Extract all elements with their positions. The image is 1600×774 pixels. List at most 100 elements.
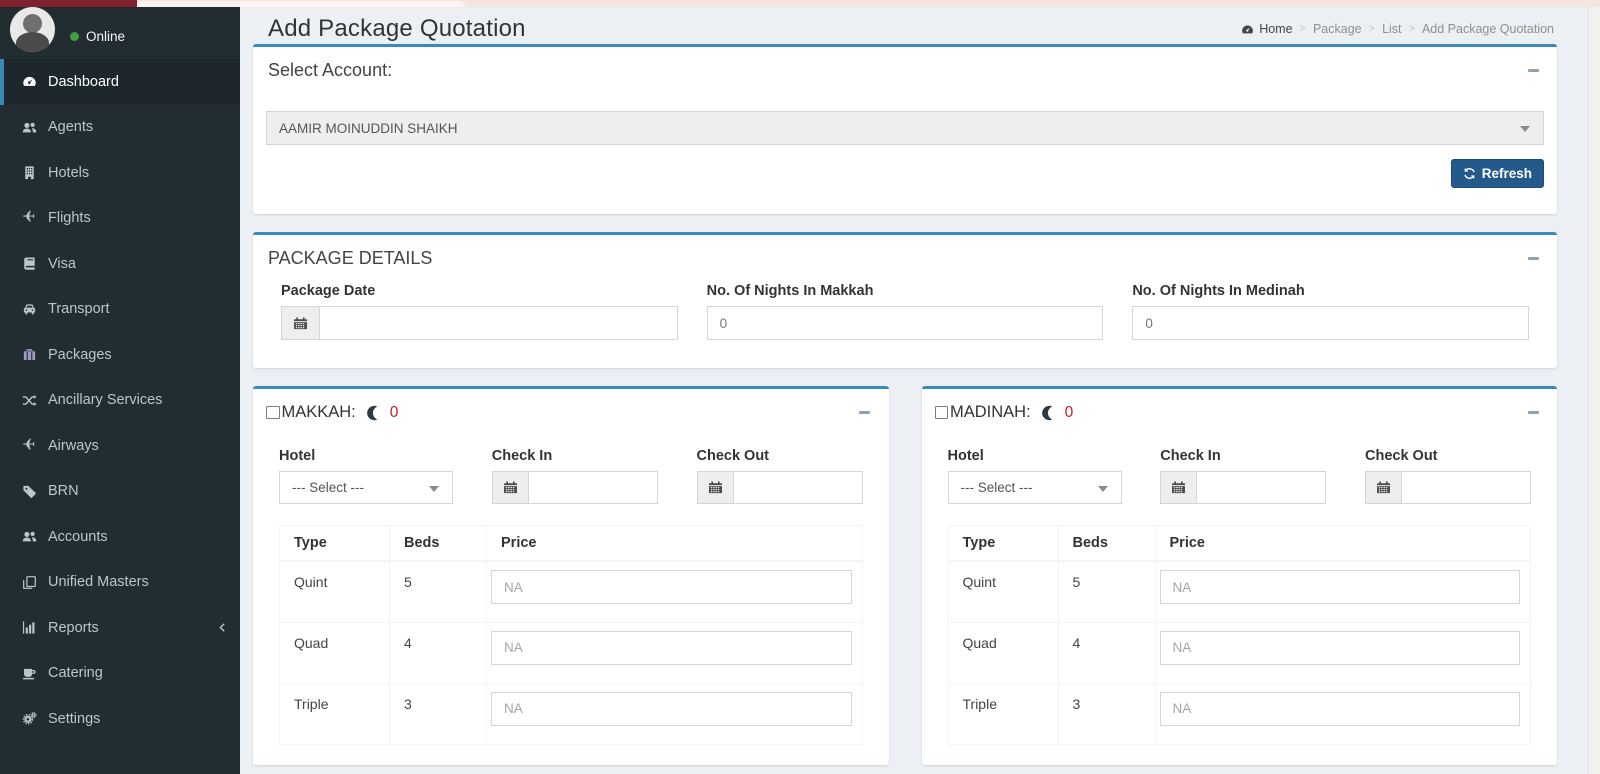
makkah-checkout-input[interactable] [733, 471, 863, 504]
column-header-price: Price [487, 526, 863, 562]
user-panel: Online [0, 7, 240, 53]
madinah-quad-price-input[interactable] [1160, 631, 1521, 665]
refresh-icon [1463, 167, 1476, 180]
breadcrumb-home[interactable]: Home [1241, 22, 1292, 36]
online-status-label: Online [86, 29, 125, 44]
makkah-quint-price-input[interactable] [491, 570, 852, 604]
makkah-quad-price-input[interactable] [491, 631, 852, 665]
moon-icon [1041, 405, 1057, 421]
madinah-quint-price-input[interactable] [1160, 570, 1521, 604]
room-beds-cell: 4 [390, 622, 487, 683]
suitcase-icon [19, 347, 39, 363]
table-row: Quad 4 [948, 622, 1531, 683]
makkah-hotel-select[interactable]: --- Select --- [279, 471, 453, 504]
sidebar-item-agents[interactable]: Agents [0, 105, 240, 151]
sidebar-item-label: Agents [48, 119, 93, 135]
minus-icon [859, 411, 870, 415]
sidebar-item-label: Dashboard [48, 74, 119, 90]
sidebar-item-ancillary-services[interactable]: Ancillary Services [0, 378, 240, 424]
building-icon [19, 165, 39, 181]
sidebar-item-visa[interactable]: Visa [0, 241, 240, 287]
sidebar-item-brn[interactable]: BRN [0, 469, 240, 515]
madinah-title: MADINAH: [950, 403, 1031, 422]
sidebar-item-settings[interactable]: Settings [0, 696, 240, 742]
makkah-panel: MAKKAH: 0 Hotel --- Select --- [253, 386, 889, 765]
madinah-panel: MADINAH: 0 Hotel --- Select --- [922, 386, 1558, 765]
sidebar-item-airways[interactable]: ✈ Airways [0, 423, 240, 469]
package-date-input[interactable] [319, 306, 678, 340]
hotel-label: Hotel [948, 448, 1122, 464]
madinah-checkin-input[interactable] [1196, 471, 1326, 504]
table-row: Quint 5 [948, 561, 1531, 622]
collapse-button[interactable] [1524, 404, 1542, 422]
breadcrumb-list[interactable]: List [1382, 22, 1401, 36]
caret-down-icon [1520, 126, 1530, 132]
sidebar-item-label: Flights [48, 210, 91, 226]
madinah-triple-price-input[interactable] [1160, 692, 1521, 726]
online-status-dot [70, 32, 79, 41]
sidebar-item-packages[interactable]: Packages [0, 332, 240, 378]
column-header-type: Type [948, 526, 1058, 562]
room-type-cell: Triple [948, 683, 1058, 744]
sidebar-item-catering[interactable]: Catering [0, 651, 240, 697]
nights-medinah-label: No. Of Nights In Medinah [1132, 283, 1529, 299]
gears-icon [19, 711, 39, 727]
car-icon [19, 301, 39, 317]
makkah-triple-price-input[interactable] [491, 692, 852, 726]
madinah-checkout-input[interactable] [1401, 471, 1531, 504]
package-date-label: Package Date [281, 283, 678, 299]
room-beds-cell: 3 [390, 683, 487, 744]
calendar-icon [697, 471, 733, 504]
room-type-cell: Quad [280, 622, 390, 683]
sidebar-item-transport[interactable]: Transport [0, 287, 240, 333]
refresh-button[interactable]: Refresh [1451, 159, 1544, 188]
sidebar-item-flights[interactable]: ✈ Flights [0, 196, 240, 242]
collapse-button[interactable] [1524, 62, 1542, 80]
sidebar-item-hotels[interactable]: Hotels [0, 150, 240, 196]
column-header-type: Type [280, 526, 390, 562]
sidebar-item-label: Accounts [48, 529, 108, 545]
sidebar-item-label: Transport [48, 301, 110, 317]
dashboard-icon [19, 74, 39, 90]
breadcrumb-package[interactable]: Package [1313, 22, 1362, 36]
makkah-nights-count: 0 [390, 404, 399, 422]
sidebar-item-accounts[interactable]: Accounts [0, 514, 240, 560]
nights-makkah-input[interactable] [707, 306, 1104, 340]
column-header-beds: Beds [390, 526, 487, 562]
hotel-label: Hotel [279, 448, 453, 464]
sidebar-menu: Dashboard Agents Hotels ✈ Flights Visa T… [0, 59, 240, 742]
account-select[interactable]: AAMIR MOINUDDIN SHAIKH [266, 111, 1544, 145]
chevron-left-icon [217, 622, 228, 633]
collapse-button[interactable] [856, 404, 874, 422]
calendar-icon [1365, 471, 1401, 504]
sidebar: Online Dashboard Agents Hotels ✈ Flights [0, 7, 240, 774]
sidebar-item-reports[interactable]: Reports [0, 605, 240, 651]
table-row: Quad 4 [280, 622, 863, 683]
breadcrumb-separator: > [1300, 23, 1306, 35]
madinah-checkbox[interactable] [935, 406, 949, 420]
browser-top-strip [0, 0, 1600, 7]
tag-icon [19, 483, 39, 499]
sidebar-item-unified-masters[interactable]: Unified Masters [0, 560, 240, 606]
makkah-checkin-input[interactable] [528, 471, 658, 504]
plane-icon: ✈ [19, 210, 39, 226]
collapse-button[interactable] [1524, 250, 1542, 268]
madinah-room-table: Type Beds Price Quint 5 [948, 525, 1532, 745]
user-avatar [10, 7, 55, 52]
nights-medinah-input[interactable] [1132, 306, 1529, 340]
minus-icon [1528, 257, 1539, 261]
breadcrumb-separator: > [1369, 23, 1375, 35]
makkah-checkbox[interactable] [266, 406, 280, 420]
room-beds-cell: 3 [1058, 683, 1155, 744]
breadcrumb-current: Add Package Quotation [1422, 22, 1554, 36]
sidebar-item-label: Unified Masters [48, 574, 149, 590]
madinah-hotel-select[interactable]: --- Select --- [948, 471, 1122, 504]
package-details-panel: PACKAGE DETAILS Package Date No. Of Nigh… [253, 232, 1557, 368]
shuffle-icon [19, 392, 39, 408]
sidebar-item-dashboard[interactable]: Dashboard [0, 59, 240, 105]
minus-icon [1528, 411, 1539, 415]
calendar-icon [1160, 471, 1196, 504]
checkin-label: Check In [492, 448, 658, 464]
room-type-cell: Quad [948, 622, 1058, 683]
scrollbar-track[interactable] [1588, 7, 1600, 774]
